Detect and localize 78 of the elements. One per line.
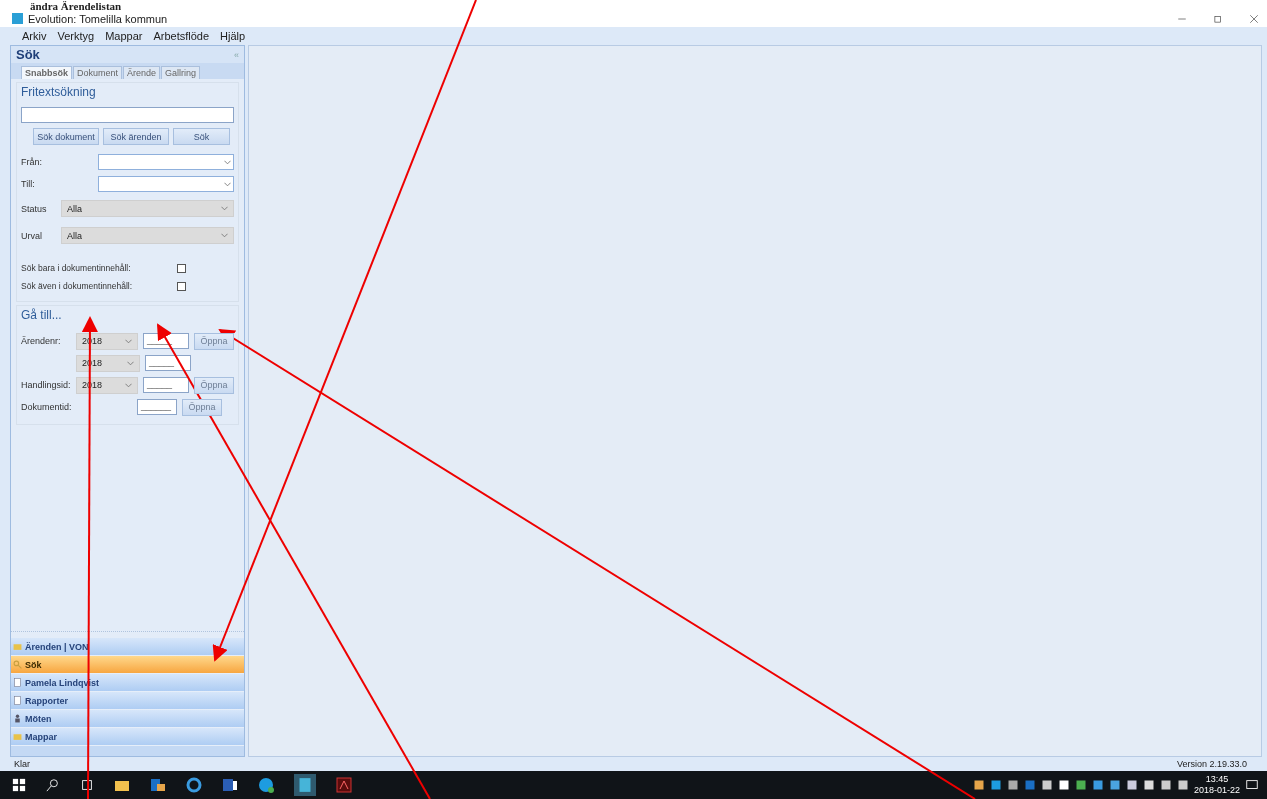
caret-icon bbox=[125, 338, 132, 344]
group-title: Gå till... bbox=[21, 308, 63, 322]
close-icon[interactable] bbox=[1249, 13, 1259, 24]
field-label: Till: bbox=[21, 179, 36, 189]
mail-app-icon[interactable] bbox=[150, 777, 166, 793]
tab[interactable]: Ärende bbox=[123, 66, 161, 79]
tray-icon[interactable] bbox=[1108, 779, 1121, 791]
dropdown[interactable]: Alla bbox=[61, 227, 234, 244]
window-title: Evolution: Tomelilla kommun bbox=[28, 12, 168, 25]
tray-icon[interactable] bbox=[1176, 779, 1189, 791]
menu-item[interactable]: Arkiv bbox=[22, 30, 47, 42]
tab[interactable]: Snabbsök bbox=[21, 66, 72, 79]
tray-icon[interactable] bbox=[989, 779, 1002, 791]
tray-icon[interactable] bbox=[1057, 779, 1070, 791]
search-button[interactable]: Sök ärenden bbox=[103, 128, 169, 145]
checkbox-label: Sök bara i dokumentinnehåll: bbox=[21, 263, 132, 273]
tray-icon[interactable] bbox=[1125, 779, 1138, 791]
panel-title: Sök bbox=[16, 47, 40, 62]
chat-app-icon[interactable] bbox=[258, 777, 274, 793]
nav-item[interactable]: Sök bbox=[11, 656, 244, 674]
nav-item[interactable]: Mappar bbox=[11, 728, 244, 746]
tray-icon[interactable] bbox=[1006, 779, 1019, 791]
tray-icon[interactable] bbox=[1142, 779, 1155, 791]
search-icon bbox=[13, 660, 22, 669]
nav-item[interactable]: Rapporter bbox=[11, 692, 244, 710]
pdf-app-icon[interactable] bbox=[336, 777, 352, 793]
caret-icon bbox=[224, 181, 231, 187]
date-field[interactable] bbox=[98, 154, 234, 170]
group-title: Fritextsökning bbox=[21, 85, 97, 99]
app-icon[interactable] bbox=[294, 774, 316, 796]
search-icon[interactable] bbox=[46, 778, 60, 792]
search-button[interactable]: Sök bbox=[173, 128, 230, 145]
windows-icon[interactable] bbox=[12, 778, 26, 792]
field-label: Status bbox=[21, 203, 48, 214]
field-label: Dokumentid: bbox=[21, 402, 71, 412]
folder-icon bbox=[13, 732, 22, 741]
browser-icon[interactable] bbox=[186, 777, 202, 793]
app-logo-icon bbox=[12, 13, 23, 24]
checkbox-label: Sök även i dokumentinnehåll: bbox=[21, 281, 134, 291]
caret-icon bbox=[221, 233, 228, 238]
tab[interactable]: Dokument bbox=[73, 66, 123, 79]
tab[interactable]: Gallring bbox=[161, 66, 201, 79]
menu-item[interactable]: Mappar bbox=[105, 30, 143, 42]
field-label: Handlingsid: bbox=[21, 380, 71, 390]
clock-time: 13:45 bbox=[1205, 774, 1229, 785]
checkbox[interactable] bbox=[177, 281, 186, 291]
caret-icon bbox=[125, 382, 132, 388]
status-text: Klar bbox=[14, 759, 30, 769]
notification-icon[interactable] bbox=[1245, 778, 1259, 792]
menu-item[interactable]: Hjälp bbox=[220, 30, 246, 42]
version-text: Version 2.19.33.0 bbox=[1176, 759, 1247, 769]
number-field[interactable]: _____ bbox=[145, 355, 191, 371]
caret-icon bbox=[224, 159, 231, 165]
caret-icon bbox=[127, 360, 134, 366]
search-button[interactable]: Sök dokument bbox=[33, 128, 99, 145]
tray-icon[interactable] bbox=[1040, 779, 1053, 791]
field-label: Från: bbox=[21, 157, 43, 167]
date-field[interactable] bbox=[98, 176, 234, 192]
tray-icon[interactable] bbox=[1074, 779, 1087, 791]
person-icon bbox=[13, 714, 22, 723]
clock-date: 2018-01-22 bbox=[1193, 785, 1240, 796]
checkbox[interactable] bbox=[177, 263, 186, 273]
tray-icon[interactable] bbox=[1159, 779, 1172, 791]
field-label: Urval bbox=[21, 230, 43, 241]
menu-item[interactable]: Arbetsflöde bbox=[153, 30, 210, 42]
search-field[interactable] bbox=[21, 107, 234, 123]
task-view-icon[interactable] bbox=[80, 778, 94, 792]
tray-icon[interactable] bbox=[1091, 779, 1104, 791]
caret-icon bbox=[221, 206, 228, 211]
menu-item[interactable]: Verktyg bbox=[57, 30, 95, 42]
restore-icon[interactable] bbox=[1213, 13, 1223, 24]
tray-icon[interactable] bbox=[972, 779, 985, 791]
document-app-icon[interactable] bbox=[222, 777, 238, 793]
dropdown[interactable]: Alla bbox=[61, 200, 234, 217]
nav-item[interactable]: Möten bbox=[11, 710, 244, 728]
field-label: Ärendenr: bbox=[21, 336, 62, 346]
folder-icon bbox=[13, 642, 22, 651]
caption-text: ändra Ärendelistan bbox=[29, 0, 123, 10]
